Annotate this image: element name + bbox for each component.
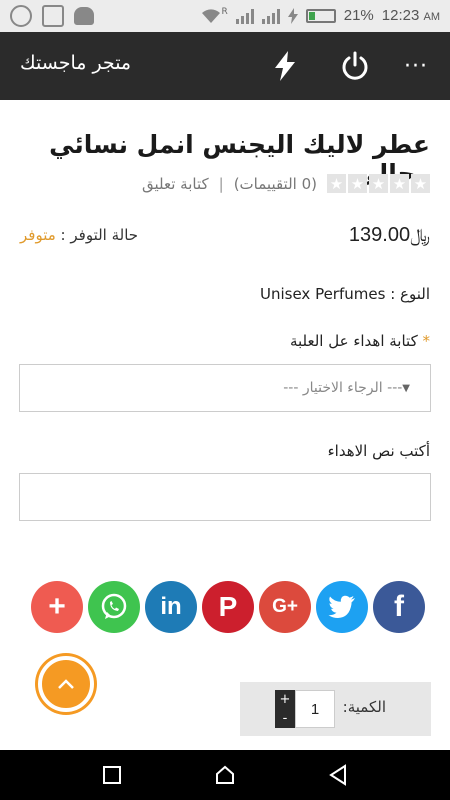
recent-apps-button[interactable] <box>100 763 124 787</box>
notification-icons <box>10 5 94 27</box>
home-button[interactable] <box>213 763 237 787</box>
star-icon: ★ <box>327 174 346 193</box>
type-value: Unisex Perfumes <box>259 285 386 303</box>
quantity-stepper[interactable]: + - <box>275 690 295 728</box>
quantity-label: الكمية: <box>342 698 386 716</box>
rating-count[interactable]: (0 التقييمات) <box>234 175 317 193</box>
engrave-label: * كتابة اهداء عل العلبة <box>290 332 430 350</box>
star-icon: ★ <box>348 174 367 193</box>
signal-icon <box>235 8 254 24</box>
power-button[interactable] <box>337 48 373 84</box>
quantity-decrease[interactable]: - <box>283 711 288 726</box>
flashlight-button[interactable] <box>267 48 303 84</box>
facebook-button[interactable]: f <box>373 581 425 633</box>
home-icon <box>216 765 234 784</box>
rating-stars: ★ ★ ★ ★ ★ <box>327 174 430 193</box>
rating-row: ★ ★ ★ ★ ★ (0 التقييمات) | كتابة تعليق <box>142 174 430 193</box>
product-price: 139.00﷼ <box>349 224 430 247</box>
back-triangle-icon <box>329 764 346 786</box>
clock-ampm: AM <box>423 11 441 23</box>
select-placeholder: --- الرجاء الاختيار --- <box>283 380 403 396</box>
twitter-button[interactable] <box>316 581 368 633</box>
back-button[interactable] <box>326 763 350 787</box>
rating-separator: | <box>218 174 224 193</box>
battery-icon <box>305 8 336 23</box>
share-buttons: + in P G+ f <box>31 581 425 633</box>
availability-label: حالة التوفر : <box>60 226 139 244</box>
currency-symbol: ﷼ <box>410 225 430 245</box>
quantity-input[interactable]: 1 <box>295 690 335 728</box>
roaming-indicator: R <box>221 6 228 17</box>
wifi-icon <box>202 8 221 23</box>
googleplus-button[interactable]: G+ <box>259 581 311 633</box>
engrave-label-text: كتابة اهداء عل العلبة <box>289 332 418 350</box>
share-more-button[interactable]: + <box>31 581 83 633</box>
charging-icon <box>287 7 298 24</box>
power-icon <box>342 51 368 80</box>
quantity-box: الكمية: + - 1 <box>240 682 431 736</box>
caret-down-icon: ▼ <box>402 382 410 394</box>
android-icon <box>74 7 94 25</box>
status-right: R 21% 12:23 AM <box>201 7 440 24</box>
gift-text-input[interactable] <box>19 473 431 521</box>
whatsapp-icon <box>101 593 127 619</box>
flash-icon <box>275 51 295 81</box>
clock-time: 12:23 <box>381 7 420 24</box>
phone-icon <box>10 5 32 27</box>
product-type: النوع : Unisex Perfumes <box>260 285 430 303</box>
required-mark: * <box>422 332 431 350</box>
app-bar: متجر ماجستك ··· <box>0 32 450 100</box>
image-icon <box>42 5 64 27</box>
type-label: النوع : <box>390 285 430 303</box>
battery-percent: 21% <box>343 7 374 24</box>
clock: 12:23 AM <box>382 7 440 24</box>
product-page: عطر لاليك اليجنس انمل نسائي رجالي ★ ★ ★ … <box>0 100 450 750</box>
chevron-up-icon <box>58 679 74 689</box>
write-review-link[interactable]: كتابة تعليق <box>142 175 209 193</box>
system-nav-bar <box>0 750 450 800</box>
twitter-icon <box>328 595 355 618</box>
more-options-button[interactable]: ··· <box>398 48 434 84</box>
gift-text-label: أكتب نص الاهداء <box>327 442 430 460</box>
star-icon: ★ <box>390 174 409 193</box>
status-bar: R 21% 12:23 AM <box>0 0 450 32</box>
star-icon: ★ <box>369 174 388 193</box>
quantity-increase[interactable]: + <box>280 692 291 707</box>
availability-value: متوفر <box>20 226 56 244</box>
linkedin-button[interactable]: in <box>145 581 197 633</box>
star-icon: ★ <box>411 174 430 193</box>
engrave-select[interactable]: --- الرجاء الاختيار --- ▼ <box>19 364 431 412</box>
scroll-to-top-button[interactable] <box>38 656 94 712</box>
square-icon <box>103 766 121 784</box>
app-title: متجر ماجستك <box>20 52 132 74</box>
pinterest-button[interactable]: P <box>202 581 254 633</box>
signal-icon-2 <box>261 8 280 24</box>
availability: حالة التوفر : متوفر <box>20 226 138 244</box>
whatsapp-button[interactable] <box>88 581 140 633</box>
price-value: 139.00 <box>348 224 411 246</box>
